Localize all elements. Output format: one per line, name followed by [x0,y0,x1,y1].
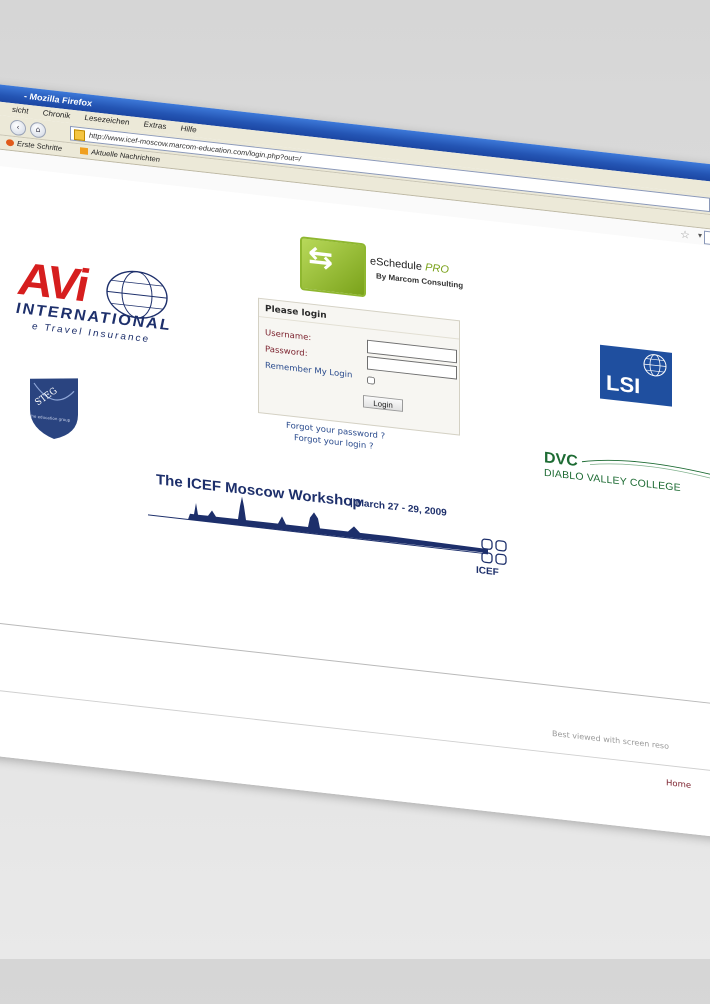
footer-divider-2 [0,688,710,775]
home-icon[interactable]: ⌂ [30,121,46,139]
search-box[interactable] [704,230,710,246]
screen-photo: - Mozilla Firefox sicht Chronik Lesezeic… [0,0,710,1000]
firefox-icon [6,138,14,147]
avi-international-logo: AVi INTERNATIONAL e Travel Insurance [16,252,206,350]
password-label: Password: [265,344,308,359]
rss-icon [80,147,89,155]
menu-tools[interactable]: Extras [144,120,167,131]
lsi-globe-icon [643,354,667,377]
browser-window: - Mozilla Firefox sicht Chronik Lesezeic… [0,82,710,841]
icef-workshop-banner: The ICEF Moscow Workshop | March 27 - 29… [148,469,528,598]
remember-login-checkbox[interactable] [367,376,375,385]
lsi-text: LSI [606,370,641,399]
steg-shield-logo: STEG the education group [30,378,78,440]
eschedule-by: By Marcom Consulting [376,271,464,291]
footer-divider [0,621,710,708]
remember-login-label: Remember My Login [265,360,353,381]
menu-history[interactable]: Chronik [43,108,71,120]
login-box: Please login Username: Password: Remembe… [258,297,460,436]
eschedule-arrows-icon: ⇆ [300,236,366,298]
eschedule-logo: ⇆ eSchedule PRO By Marcom Consulting [300,236,480,314]
username-label: Username: [265,328,312,344]
page-content: ⇆ eSchedule PRO By Marcom Consulting AVi… [0,164,710,841]
best-viewed-note: Best viewed with screen reso [552,729,669,751]
login-button[interactable]: Login [363,394,403,412]
diablo-valley-college-logo: DVC DIABLO VALLEY COLLEGE [542,446,710,513]
favicon-icon [74,129,85,142]
menu-view[interactable]: sicht [12,105,28,115]
dropdown-arrow-icon[interactable]: ▾ [698,231,702,240]
back-icon[interactable]: ‹ [10,119,26,137]
home-link[interactable]: Home [666,778,691,790]
menu-help[interactable]: Hilfe [181,124,197,134]
lsi-logo: LSI [600,344,672,407]
bookmark-star-icon[interactable]: ☆ [680,228,690,242]
